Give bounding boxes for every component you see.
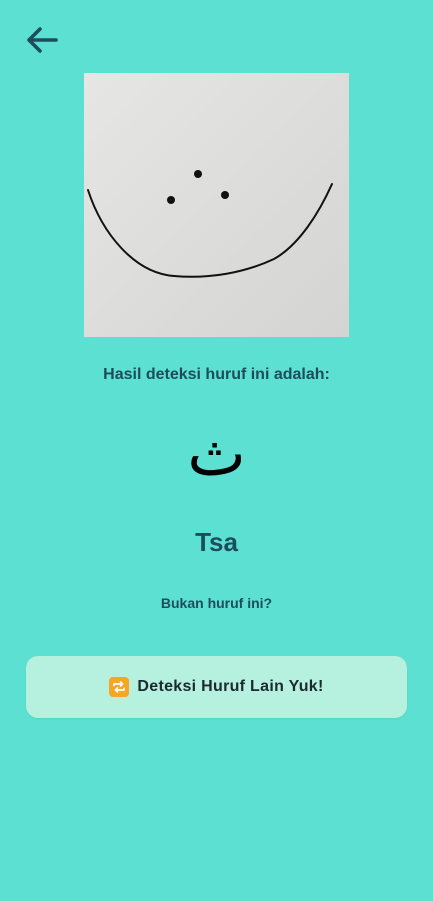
not-this-letter-link[interactable]: Bukan huruf ini? xyxy=(0,595,433,611)
captured-drawing-image xyxy=(84,73,349,337)
detect-another-letter-label: Deteksi Huruf Lain Yuk! xyxy=(137,678,324,695)
result-label: Hasil deteksi huruf ini adalah: xyxy=(103,366,330,383)
arrow-left-icon xyxy=(27,27,58,53)
detect-another-letter-button[interactable]: Deteksi Huruf Lain Yuk! xyxy=(26,656,407,718)
repeat-icon xyxy=(109,677,130,697)
detected-arabic-letter: ث xyxy=(187,417,246,490)
letter-name: Tsa xyxy=(195,527,238,557)
back-button[interactable] xyxy=(20,22,64,58)
